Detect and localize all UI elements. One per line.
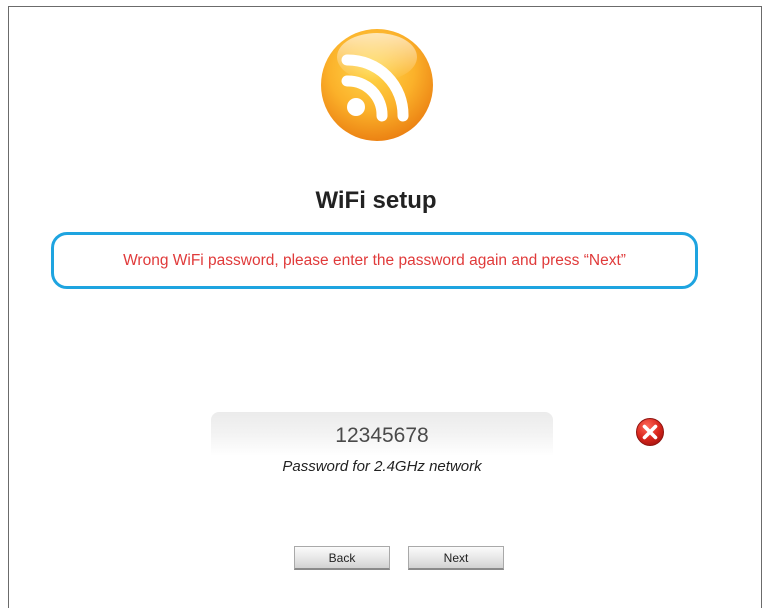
page-title: WiFi setup bbox=[315, 187, 437, 214]
password-input[interactable] bbox=[211, 412, 553, 456]
setup-panel: WiFi setup Wrong WiFi password, please e… bbox=[8, 6, 762, 608]
error-message: Wrong WiFi password, please enter the pa… bbox=[123, 251, 626, 269]
next-button[interactable]: Next bbox=[408, 546, 504, 570]
back-button[interactable]: Back bbox=[294, 546, 390, 570]
error-message-box: Wrong WiFi password, please enter the pa… bbox=[51, 232, 698, 289]
clear-password-icon[interactable] bbox=[635, 417, 665, 447]
rss-wifi-icon bbox=[321, 29, 433, 141]
password-caption: Password for 2.4GHz network bbox=[282, 458, 482, 475]
